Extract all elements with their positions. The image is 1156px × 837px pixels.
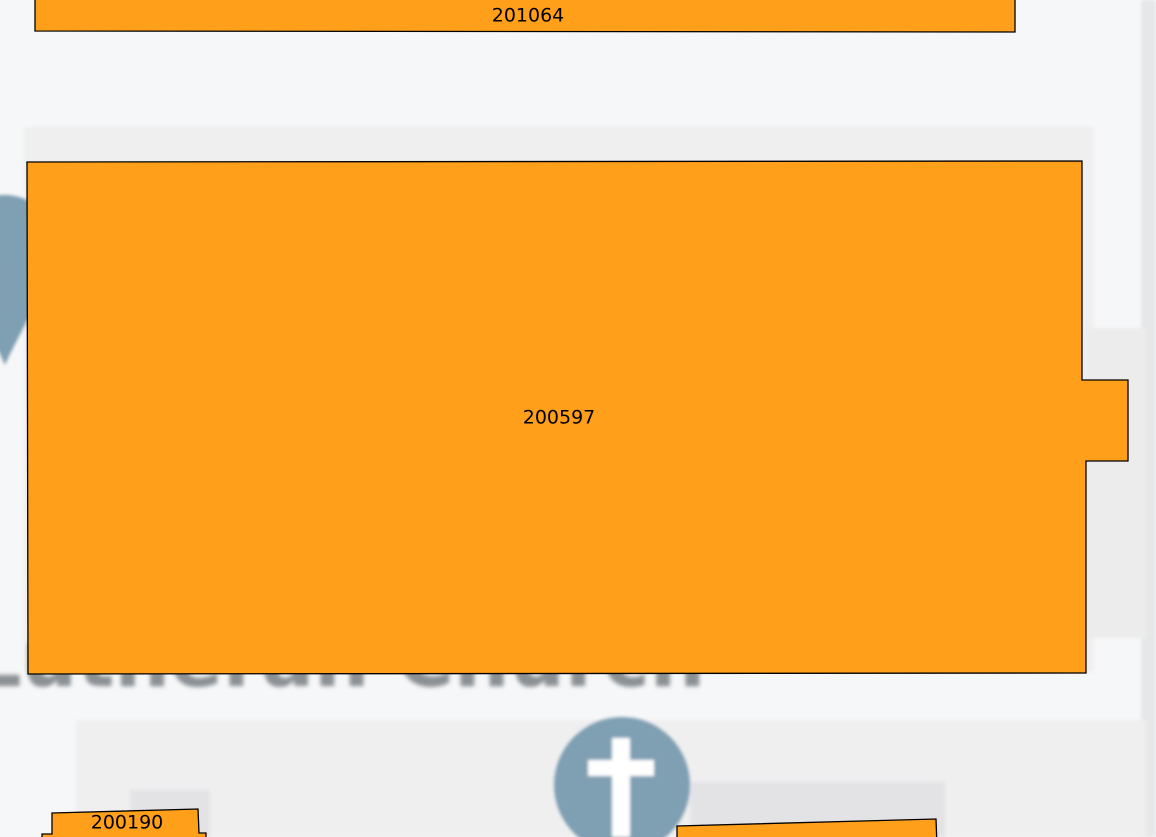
parcel-layer: 201064 200597 200190	[26, 0, 1129, 837]
parcel-201064[interactable]: 201064	[34, 0, 1016, 33]
parcel-label: 200597	[523, 407, 596, 429]
parcel-200597[interactable]: 200597	[26, 160, 1129, 675]
map-canvas[interactable]: Lutheran Church 201064 200597 200190	[0, 0, 1156, 837]
parcel-label: 200190	[91, 812, 164, 834]
parcel-label: 201064	[492, 5, 565, 27]
parcel-200190[interactable]: 200190	[41, 808, 207, 837]
basemap-building	[1086, 328, 1146, 638]
